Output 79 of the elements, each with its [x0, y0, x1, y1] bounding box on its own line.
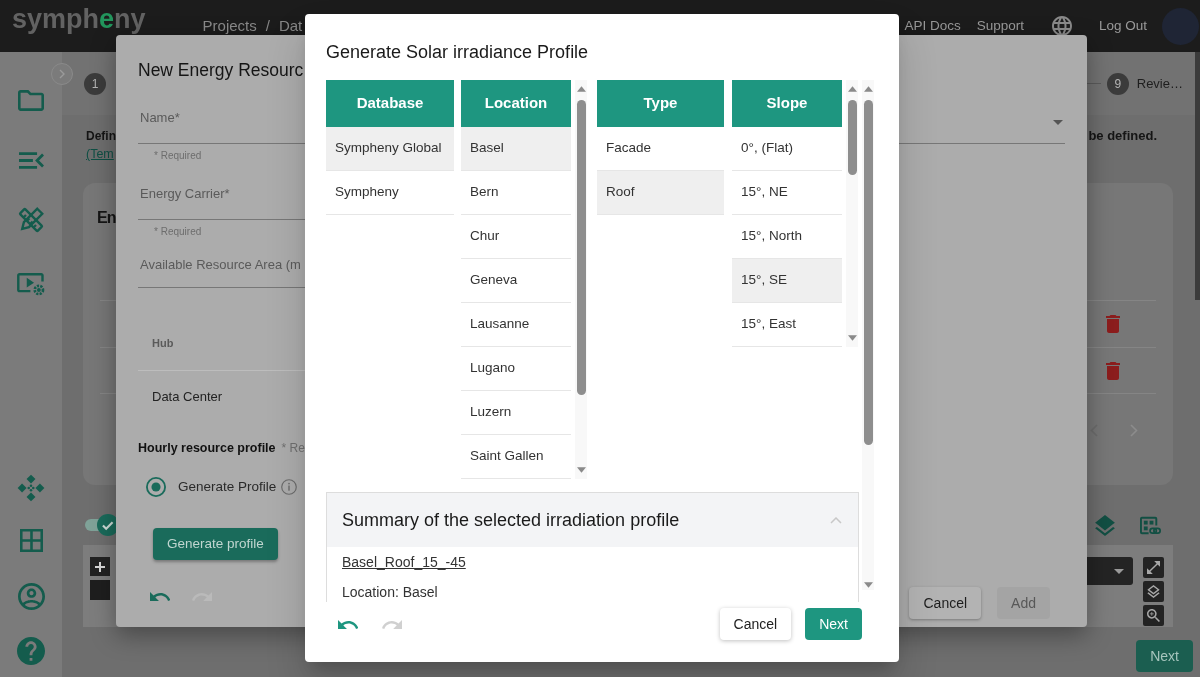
intro-text: Defin — [86, 128, 116, 145]
list-item[interactable]: Roof — [597, 171, 724, 215]
caret-icon — [1053, 120, 1063, 125]
list-item[interactable]: Sympheny Global — [326, 127, 454, 171]
help-icon[interactable] — [17, 637, 45, 665]
zoom-button[interactable] — [1143, 605, 1164, 626]
add-button: Add — [997, 587, 1050, 619]
grid-icon[interactable] — [19, 528, 43, 552]
chevron-right-icon — [59, 69, 65, 79]
column-header: Location — [461, 80, 571, 127]
profile-link[interactable]: Basel_Roof_15_-45 — [342, 554, 466, 571]
breadcrumb-separator: / — [265, 15, 270, 36]
undo-icon[interactable] — [338, 619, 358, 629]
generate-profile-button[interactable]: Generate profile — [153, 528, 278, 561]
layers-button[interactable] — [1143, 581, 1164, 602]
dashboard-link-icon[interactable] — [1140, 515, 1161, 535]
menu-collapse-icon[interactable] — [18, 151, 44, 169]
scrollbar-thumb[interactable] — [576, 100, 586, 395]
required-note: * Re — [281, 440, 305, 457]
scrollbar[interactable] — [862, 80, 874, 590]
plus-icon — [95, 561, 105, 572]
scroll-down-icon[interactable] — [863, 582, 873, 588]
radio-button[interactable] — [146, 477, 166, 498]
scroll-up-icon[interactable] — [576, 86, 586, 92]
step-number[interactable]: 1 — [84, 72, 106, 95]
layers-outline-icon — [1147, 585, 1160, 598]
pencil-ruler-icon[interactable] — [18, 207, 44, 233]
nav-link[interactable]: API Docs — [904, 15, 961, 37]
section-title: Hourly resource profile — [138, 440, 276, 457]
accordion-header[interactable]: Summary of the selected irradiation profile — [327, 493, 858, 547]
scrollbar-thumb[interactable] — [863, 100, 873, 445]
cancel-button[interactable]: Cancel — [719, 608, 792, 640]
account-icon[interactable] — [17, 583, 45, 610]
detail-text: Location: Basel — [342, 584, 438, 601]
intro-text: be defined. — [1088, 127, 1157, 145]
scrollbar-thumb[interactable] — [1195, 52, 1200, 300]
cancel-button[interactable]: Cancel — [909, 587, 982, 619]
column-header: Hub — [152, 336, 174, 352]
zoom-in-icon — [1147, 609, 1160, 622]
trash-icon[interactable] — [1106, 361, 1120, 380]
scroll-down-icon[interactable] — [576, 467, 586, 473]
logout-link[interactable]: Log Out — [1098, 15, 1147, 37]
caret-icon — [1114, 568, 1124, 574]
scrollbar[interactable] — [575, 80, 587, 479]
scroll-down-icon[interactable] — [847, 335, 857, 341]
diamond-dots-icon[interactable] — [17, 474, 45, 502]
video-settings-icon[interactable] — [17, 272, 45, 296]
step-number[interactable]: 9 — [1106, 72, 1129, 95]
breadcrumb-link[interactable]: Dat — [278, 14, 303, 38]
scrollbar-thumb[interactable] — [847, 100, 857, 175]
column-header: Slope — [732, 80, 842, 127]
list-item[interactable]: Basel — [461, 127, 571, 171]
column-header: Database — [326, 80, 454, 127]
zoom-in-button[interactable] — [90, 557, 110, 576]
modal-title: Generate Solar irradiance Profile — [326, 41, 589, 64]
nav-link[interactable]: Support — [976, 15, 1024, 37]
helper-text: * Required — [154, 150, 202, 162]
card-title: En — [97, 208, 116, 228]
column-header: Type — [597, 80, 724, 127]
globe-icon[interactable] — [1051, 16, 1072, 36]
next-button[interactable]: Next — [805, 608, 862, 640]
expand-button[interactable] — [1143, 557, 1164, 578]
expand-icon — [1147, 561, 1160, 574]
dialog-title: New Energy Resourc — [138, 59, 304, 81]
trash-icon[interactable] — [1106, 315, 1120, 333]
list-item[interactable]: 15°, SE — [732, 259, 842, 303]
logo[interactable]: sympheny — [12, 5, 146, 33]
helper-text: * Required — [154, 226, 202, 238]
layers-icon[interactable] — [1095, 514, 1115, 536]
undo-icon[interactable] — [150, 592, 170, 601]
option-label: Generate Profile — [178, 478, 277, 496]
info-icon[interactable] — [281, 479, 298, 496]
folder-icon[interactable] — [18, 89, 44, 111]
next-button[interactable]: Next — [1136, 640, 1193, 672]
scrollbar[interactable] — [846, 80, 858, 347]
redo-icon[interactable] — [382, 619, 402, 629]
table-cell-text: Data Center — [152, 388, 223, 407]
breadcrumb-link[interactable]: Projects — [202, 14, 257, 38]
chevron-up-icon[interactable] — [830, 516, 842, 524]
